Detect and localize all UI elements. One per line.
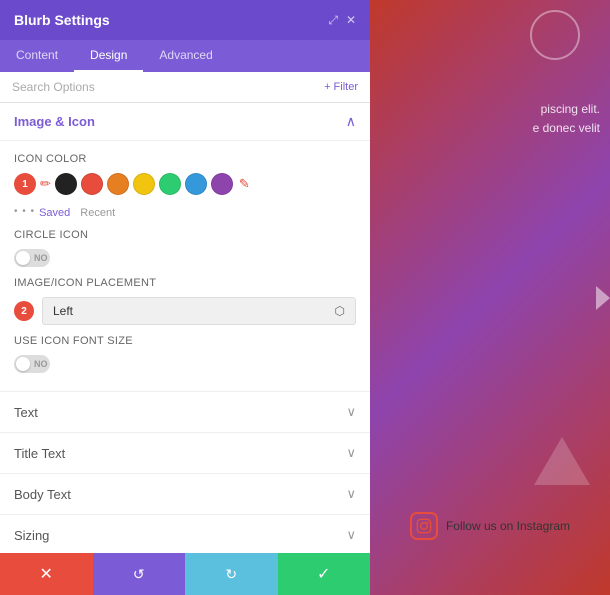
panel-title: Blurb Settings: [14, 12, 110, 28]
step-1-badge: 1: [14, 173, 36, 195]
cancel-button[interactable]: ✕: [0, 553, 93, 595]
color-saved-row: • • • Saved Recent: [14, 203, 356, 219]
font-size-label: Use Icon Font Size: [14, 335, 356, 347]
placement-label: Image/Icon Placement: [14, 277, 356, 289]
circle-icon-toggle-row: NO: [14, 249, 356, 267]
image-icon-title: Image & Icon: [14, 114, 95, 129]
expand-icon[interactable]: ⤢: [328, 13, 338, 28]
toggle-knob: [16, 251, 30, 265]
instagram-text: Follow us on Instagram: [446, 519, 570, 533]
pencil-icon[interactable]: ✎: [239, 176, 250, 192]
text-chevron: ∨: [346, 404, 356, 420]
preview-line2: e donec velit: [533, 121, 600, 135]
text-label: Text: [14, 405, 38, 420]
placement-value: Left: [53, 304, 73, 318]
filter-button[interactable]: + Filter: [324, 81, 358, 93]
tab-design[interactable]: Design: [74, 40, 143, 72]
color-swatch-orange[interactable]: [107, 173, 129, 195]
circle-toggle-no: NO: [34, 253, 48, 263]
placement-select-row: 2 Left ⬡: [14, 297, 356, 325]
font-size-knob: [16, 357, 30, 371]
text-section[interactable]: Text ∨: [0, 392, 370, 433]
search-placeholder[interactable]: Search Options: [12, 80, 95, 94]
icon-color-label: Icon Color: [14, 153, 356, 165]
font-size-toggle[interactable]: NO: [14, 355, 50, 373]
settings-panel: Blurb Settings ⤢ ✕ Content Design Advanc…: [0, 0, 370, 595]
recent-label[interactable]: Recent: [80, 207, 115, 219]
tab-content[interactable]: Content: [0, 40, 74, 72]
circle-icon-toggle[interactable]: NO: [14, 249, 50, 267]
save-button[interactable]: ✓: [278, 553, 371, 595]
sizing-chevron: ∨: [346, 527, 356, 543]
close-icon[interactable]: ✕: [346, 13, 356, 28]
title-text-label: Title Text: [14, 446, 65, 461]
image-icon-chevron: ∧: [346, 113, 356, 130]
redo-button[interactable]: ↻: [185, 553, 278, 595]
bottom-toolbar: ✕ ↺ ↻ ✓: [0, 553, 370, 595]
body-text-label: Body Text: [14, 487, 71, 502]
circle-icon-label: Circle Icon: [14, 229, 356, 241]
preview-area: piscing elit. e donec velit Follow us on…: [370, 0, 610, 595]
color-swatch-yellow[interactable]: [133, 173, 155, 195]
title-text-chevron: ∨: [346, 445, 356, 461]
search-bar: Search Options + Filter: [0, 72, 370, 103]
sizing-label: Sizing: [14, 528, 49, 543]
color-row: 1 ✏ ✎: [14, 173, 356, 195]
placement-select[interactable]: Left ⬡: [42, 297, 356, 325]
preview-text: piscing elit. e donec velit: [533, 100, 600, 138]
font-size-toggle-row: NO: [14, 355, 356, 373]
instagram-icon: [410, 512, 438, 540]
preview-triangle: [534, 437, 590, 485]
color-swatch-blue[interactable]: [185, 173, 207, 195]
cancel-icon: ✕: [40, 564, 53, 584]
color-swatch-red[interactable]: [81, 173, 103, 195]
tab-bar: Content Design Advanced: [0, 40, 370, 72]
select-arrow-icon: ⬡: [335, 304, 345, 318]
image-icon-body: Icon Color 1 ✏ ✎ • • • Saved Recent: [0, 141, 370, 392]
edit-color-icon[interactable]: ✏: [40, 176, 51, 192]
preview-line1: piscing elit.: [541, 102, 600, 116]
redo-icon: ↻: [225, 566, 237, 583]
preview-circle: [530, 10, 580, 60]
preview-arrow-right[interactable]: [596, 286, 610, 310]
save-icon: ✓: [317, 564, 330, 584]
color-swatch-black[interactable]: [55, 173, 77, 195]
dots-icon: • • •: [14, 206, 35, 217]
saved-recent-toggle: Saved Recent: [39, 207, 115, 219]
preview-instagram: Follow us on Instagram: [410, 512, 570, 540]
tab-advanced[interactable]: Advanced: [143, 40, 228, 72]
body-text-chevron: ∨: [346, 486, 356, 502]
panel-header: Blurb Settings ⤢ ✕: [0, 0, 370, 40]
color-swatch-purple[interactable]: [211, 173, 233, 195]
color-swatch-green[interactable]: [159, 173, 181, 195]
title-text-section[interactable]: Title Text ∨: [0, 433, 370, 474]
undo-button[interactable]: ↺: [93, 553, 186, 595]
step-2-badge: 2: [14, 301, 34, 321]
font-size-no: NO: [34, 359, 48, 369]
sizing-section[interactable]: Sizing ∨: [0, 515, 370, 553]
header-icons: ⤢ ✕: [328, 13, 356, 28]
undo-icon: ↺: [133, 566, 145, 583]
saved-label[interactable]: Saved: [39, 207, 70, 219]
body-text-section[interactable]: Body Text ∨: [0, 474, 370, 515]
panel-content: Image & Icon ∧ Icon Color 1 ✏ ✎ • • •: [0, 103, 370, 553]
image-icon-section-header[interactable]: Image & Icon ∧: [0, 103, 370, 141]
